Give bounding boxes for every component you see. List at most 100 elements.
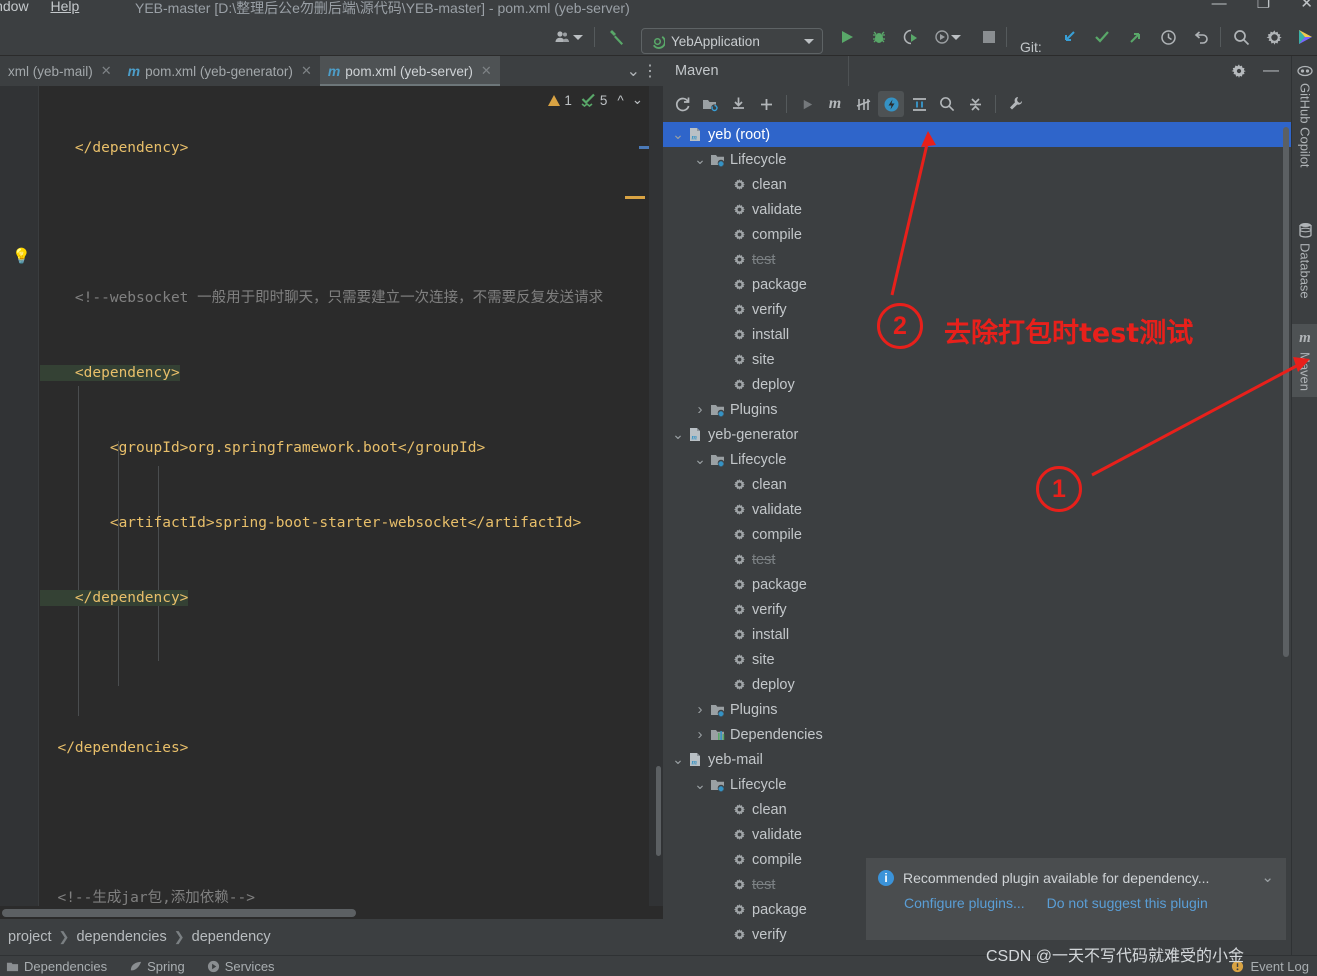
user-avatar-icon[interactable] bbox=[552, 26, 574, 48]
toggle-offline-icon[interactable] bbox=[878, 91, 904, 117]
run-icon[interactable] bbox=[836, 26, 858, 48]
editor-vertical-scrollbar[interactable] bbox=[656, 766, 661, 856]
add-plugin-icon[interactable] bbox=[753, 91, 779, 117]
menu-item-window[interactable]: indow bbox=[0, 0, 29, 14]
minimize-icon[interactable]: — bbox=[1263, 62, 1279, 80]
maven-settings-icon[interactable] bbox=[1003, 91, 1029, 117]
maven-tree-item[interactable]: verify bbox=[663, 297, 1291, 322]
tool-tab-maven[interactable]: m Maven bbox=[1292, 324, 1317, 398]
stop-icon[interactable] bbox=[978, 26, 1000, 48]
breadcrumb-item-project[interactable]: project bbox=[8, 929, 52, 945]
maven-tree-item[interactable]: clean bbox=[663, 797, 1291, 822]
maven-tree-item[interactable]: ⌄ m yeb-generator bbox=[663, 422, 1291, 447]
settings-icon[interactable] bbox=[1263, 26, 1285, 48]
git-update-icon[interactable] bbox=[1058, 26, 1080, 48]
undo-icon[interactable] bbox=[1190, 26, 1212, 48]
window-controls[interactable]: — ❐ ✕ bbox=[1186, 0, 1313, 12]
stripe-marker[interactable] bbox=[639, 146, 649, 149]
maven-tree-item[interactable]: ⌄ Lifecycle bbox=[663, 772, 1291, 797]
do-not-suggest-plugin-link[interactable]: Do not suggest this plugin bbox=[1047, 895, 1208, 911]
close-icon[interactable]: ✕ bbox=[481, 63, 492, 79]
close-icon[interactable]: ✕ bbox=[301, 63, 312, 79]
editor-gutter[interactable] bbox=[0, 86, 38, 919]
execute-maven-goal-icon[interactable]: m bbox=[822, 91, 848, 117]
maven-tree-item[interactable]: package bbox=[663, 272, 1291, 297]
tab-options-icon[interactable]: ⋮ bbox=[642, 61, 658, 81]
maven-tree-item[interactable]: install bbox=[663, 622, 1291, 647]
build-hammer-icon[interactable] bbox=[606, 26, 628, 48]
history-icon[interactable] bbox=[1157, 26, 1179, 48]
chevron-down-icon[interactable]: ⌄ bbox=[693, 151, 707, 168]
maven-tree-item[interactable]: clean bbox=[663, 172, 1291, 197]
chevron-down-icon[interactable]: ⌄ bbox=[671, 751, 685, 768]
maven-tree-item[interactable]: install bbox=[663, 322, 1291, 347]
maven-tree-item[interactable]: compile bbox=[663, 522, 1291, 547]
close-icon[interactable]: ✕ bbox=[1300, 0, 1313, 12]
status-item-dependencies[interactable]: Dependencies bbox=[6, 959, 107, 974]
chevron-down-icon[interactable] bbox=[804, 38, 814, 44]
maven-tree-item[interactable]: site bbox=[663, 347, 1291, 372]
breadcrumb-item-dependencies[interactable]: dependencies bbox=[76, 929, 166, 945]
maven-tree-item[interactable]: clean bbox=[663, 472, 1291, 497]
code-editor[interactable]: 💡 </dependency> <!--websocket 一般用于即时聊天，只… bbox=[0, 86, 663, 919]
tab-pom-yeb-generator[interactable]: m pom.xml (yeb-generator) ✕ bbox=[120, 56, 320, 86]
maven-tree-item[interactable]: ⌄ Lifecycle bbox=[663, 147, 1291, 172]
chevron-down-icon[interactable]: ⌄ bbox=[693, 451, 707, 468]
notification-balloon[interactable]: i Recommended plugin available for depen… bbox=[866, 858, 1286, 940]
maven-tree-item[interactable]: validate bbox=[663, 497, 1291, 522]
tool-tab-database[interactable]: Database bbox=[1292, 216, 1317, 305]
maven-tree-item[interactable]: › Plugins bbox=[663, 397, 1291, 422]
inspection-widget[interactable]: 1 5 ^ ⌄ bbox=[548, 92, 643, 108]
search-icon[interactable] bbox=[934, 91, 960, 117]
warning-stripe-marker[interactable] bbox=[625, 196, 645, 199]
ide-plugin-icon[interactable] bbox=[1294, 26, 1316, 48]
chevron-down-icon[interactable] bbox=[572, 26, 584, 48]
tab-pom-yeb-server[interactable]: m pom.xml (yeb-server) ✕ bbox=[319, 56, 500, 86]
maven-tree-item[interactable]: verify bbox=[663, 597, 1291, 622]
run-icon[interactable] bbox=[794, 91, 820, 117]
chevron-down-icon[interactable]: ⌄ bbox=[671, 126, 685, 143]
tab-list-chevron-icon[interactable]: ⌄ bbox=[627, 61, 640, 81]
maven-tree-item[interactable]: ⌄ m yeb-mail bbox=[663, 747, 1291, 772]
maven-tree-item[interactable]: ⌄ m yeb (root) bbox=[663, 122, 1291, 147]
maven-tree-item[interactable]: package bbox=[663, 572, 1291, 597]
next-highlight-icon[interactable]: ⌄ bbox=[632, 92, 643, 108]
add-maven-project-icon[interactable] bbox=[697, 91, 723, 117]
maven-tree-item[interactable]: test bbox=[663, 547, 1291, 572]
chevron-right-icon[interactable]: › bbox=[693, 701, 707, 718]
breadcrumb-item-dependency[interactable]: dependency bbox=[192, 929, 271, 945]
gear-icon[interactable] bbox=[1231, 63, 1247, 79]
maven-tree-item[interactable]: site bbox=[663, 647, 1291, 672]
previous-highlight-icon[interactable]: ^ bbox=[617, 93, 623, 108]
maven-tree-item[interactable]: validate bbox=[663, 822, 1291, 847]
chevron-down-icon[interactable]: ⌄ bbox=[693, 776, 707, 793]
maven-tree-item[interactable]: test bbox=[663, 247, 1291, 272]
maven-tree-item[interactable]: › Plugins bbox=[663, 697, 1291, 722]
maven-tree-item[interactable]: › Dependencies bbox=[663, 722, 1291, 747]
maven-tree-item[interactable]: deploy bbox=[663, 672, 1291, 697]
reload-all-projects-icon[interactable] bbox=[669, 91, 695, 117]
configure-plugins-link[interactable]: Configure plugins... bbox=[904, 895, 1025, 911]
run-with-coverage-icon[interactable] bbox=[900, 26, 922, 48]
maven-tree-item[interactable]: validate bbox=[663, 197, 1291, 222]
download-sources-icon[interactable] bbox=[725, 91, 751, 117]
chevron-down-icon[interactable]: ⌄ bbox=[671, 426, 685, 443]
chevron-down-icon[interactable]: ⌄ bbox=[1261, 868, 1274, 888]
chevron-right-icon[interactable]: › bbox=[693, 401, 707, 418]
menu-bar[interactable]: indow Help bbox=[0, 0, 97, 14]
toggle-skip-tests-icon[interactable] bbox=[850, 91, 876, 117]
code-content[interactable]: </dependency> <!--websocket 一般用于即时聊天，只需要… bbox=[38, 86, 663, 919]
restore-icon[interactable]: ❐ bbox=[1257, 0, 1270, 12]
search-everywhere-icon[interactable] bbox=[1230, 26, 1252, 48]
menu-item-help[interactable]: Help bbox=[50, 0, 79, 14]
maven-tree-item[interactable]: ⌄ Lifecycle bbox=[663, 447, 1291, 472]
breadcrumb[interactable]: project ❯ dependencies ❯ dependency bbox=[0, 919, 663, 955]
minimize-icon[interactable]: — bbox=[1212, 0, 1227, 12]
chevron-right-icon[interactable]: › bbox=[693, 726, 707, 743]
maven-tree-item[interactable]: deploy bbox=[663, 372, 1291, 397]
close-icon[interactable]: ✕ bbox=[101, 63, 112, 79]
editor-horizontal-scrollbar[interactable] bbox=[0, 906, 663, 919]
maven-projects-tree[interactable]: ⌄ m yeb (root) ⌄ Lifecycle clean validate compi… bbox=[663, 122, 1291, 955]
maven-tree-item[interactable]: compile bbox=[663, 222, 1291, 247]
show-dependencies-icon[interactable] bbox=[906, 91, 932, 117]
